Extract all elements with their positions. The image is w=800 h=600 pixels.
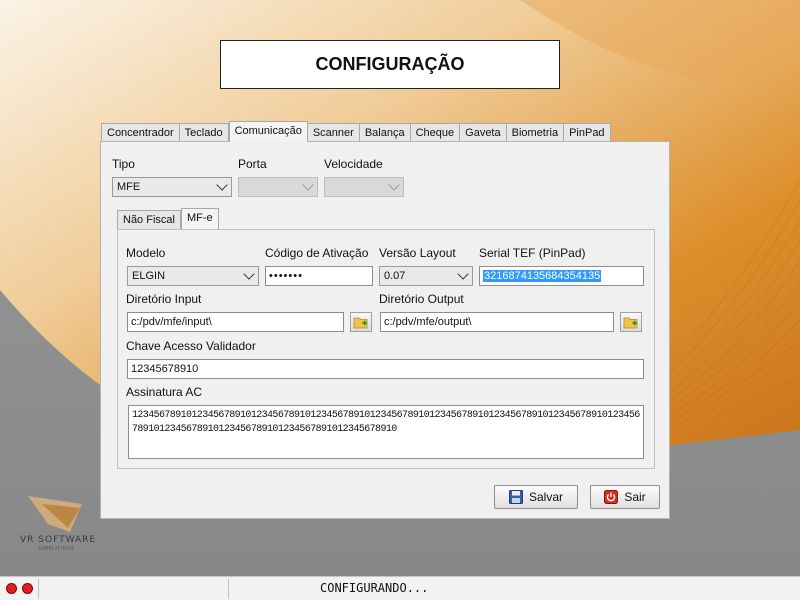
status-indicator-icon <box>6 583 17 594</box>
tab-comunicacao[interactable]: Comunicação <box>228 121 308 142</box>
power-icon <box>604 490 619 504</box>
floppy-disk-icon <box>508 490 523 504</box>
versao-layout-label: Versão Layout <box>379 246 456 260</box>
chave-acesso-input[interactable]: 12345678910 <box>127 359 644 379</box>
porta-label: Porta <box>238 157 267 171</box>
serial-tef-input[interactable]: 3216874135684354135 <box>479 266 644 286</box>
page-title: CONFIGURAÇÃO <box>220 40 560 89</box>
chevron-down-icon <box>216 179 228 191</box>
chevron-down-icon <box>302 179 314 191</box>
versao-layout-select[interactable]: 0.07 <box>379 266 473 286</box>
codigo-ativacao-input[interactable]: ••••••• <box>265 266 373 286</box>
tab-nao-fiscal[interactable]: Não Fiscal <box>117 210 181 229</box>
comunicacao-panel: Tipo Porta Velocidade MFE Não Fiscal MF-… <box>100 141 670 519</box>
tipo-select[interactable]: MFE <box>112 177 232 197</box>
tab-concentrador[interactable]: Concentrador <box>101 123 180 142</box>
tab-biometria[interactable]: Biometria <box>506 123 565 142</box>
logo-name: VR SOFTWARE <box>20 535 97 545</box>
vr-software-logo <box>28 496 82 532</box>
versao-layout-value: 0.07 <box>384 270 406 282</box>
diretorio-input-field[interactable]: c:/pdv/mfe/input\ <box>127 312 344 332</box>
status-bar: CONFIGURANDO... <box>0 576 800 600</box>
tab-gaveta[interactable]: Gaveta <box>460 123 507 142</box>
tab-mfe[interactable]: MF-e <box>180 208 219 229</box>
tab-teclado[interactable]: Teclado <box>179 123 229 142</box>
tab-pinpad[interactable]: PinPad <box>564 123 611 142</box>
browse-input-button[interactable] <box>350 312 372 332</box>
folder-open-icon <box>353 317 368 328</box>
browse-output-button[interactable] <box>620 312 642 332</box>
inner-tab-bar: Não Fiscal MF-e <box>117 208 219 229</box>
chave-acesso-label: Chave Acesso Validador <box>126 339 256 353</box>
modelo-label: Modelo <box>126 246 166 260</box>
tab-bar: Concentrador Teclado Comunicação Scanner… <box>101 121 611 142</box>
tab-scanner[interactable]: Scanner <box>307 123 360 142</box>
logo-tagline: SIMPLIFIQUE <box>38 546 75 552</box>
tipo-value: MFE <box>117 181 141 193</box>
chevron-down-icon <box>457 268 469 280</box>
exit-button[interactable]: Sair <box>590 485 660 509</box>
tipo-label: Tipo <box>112 157 135 171</box>
status-separator <box>228 579 229 599</box>
exit-button-label: Sair <box>624 490 646 504</box>
diretorio-output-field[interactable]: c:/pdv/mfe/output\ <box>380 312 614 332</box>
serial-tef-label: Serial TEF (PinPad) <box>479 246 586 260</box>
status-indicator-icon <box>22 583 33 594</box>
folder-open-icon <box>623 317 638 328</box>
velocidade-select[interactable] <box>324 177 404 197</box>
tab-cheque[interactable]: Cheque <box>410 123 461 142</box>
chevron-down-icon <box>243 268 255 280</box>
assinatura-label: Assinatura AC <box>126 385 203 399</box>
velocidade-label: Velocidade <box>324 157 383 171</box>
save-button-label: Salvar <box>528 490 563 504</box>
save-button[interactable]: Salvar <box>494 485 578 509</box>
modelo-select[interactable]: ELGIN <box>127 266 259 286</box>
diretorio-output-label: Diretório Output <box>379 292 464 306</box>
status-text: CONFIGURANDO... <box>320 581 429 595</box>
status-separator <box>38 579 39 599</box>
serial-tef-value: 3216874135684354135 <box>483 270 602 282</box>
porta-select[interactable] <box>238 177 318 197</box>
tab-balanca[interactable]: Balança <box>359 123 411 142</box>
assinatura-textarea[interactable]: 1234567891012345678910123456789101234567… <box>128 405 644 459</box>
modelo-value: ELGIN <box>132 270 166 282</box>
chevron-down-icon <box>388 179 400 191</box>
diretorio-input-label: Diretório Input <box>126 292 202 306</box>
codigo-ativacao-label: Código de Ativação <box>265 246 369 260</box>
